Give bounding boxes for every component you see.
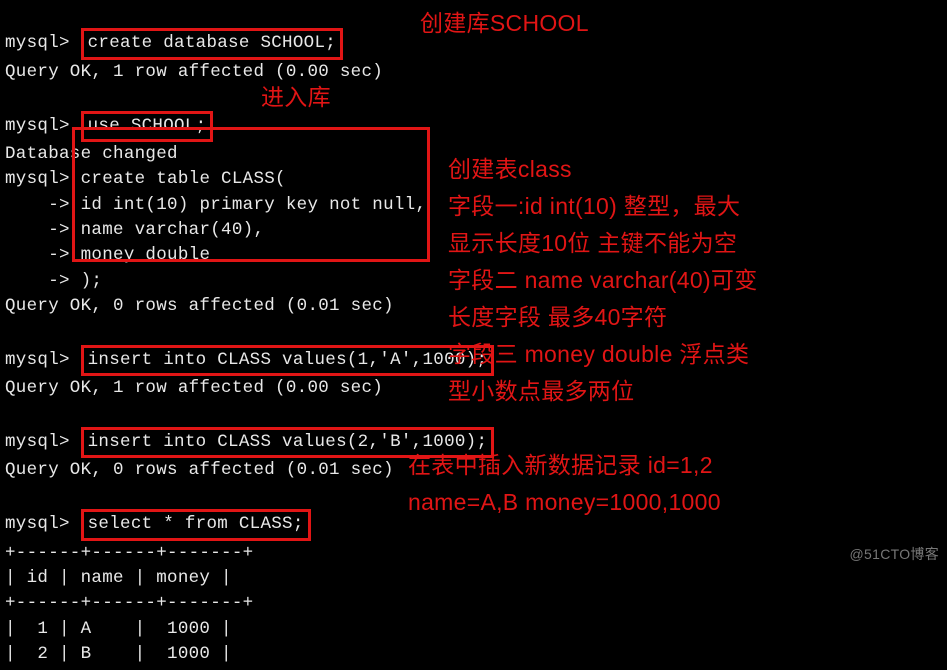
cmd-select: select * from CLASS;: [81, 509, 311, 540]
annotation-use-db: 进入库: [261, 80, 331, 116]
output-line: Query OK, 0 rows affected (0.01 sec): [5, 460, 394, 480]
watermark: @51CTO博客: [850, 544, 939, 564]
annotation-field3-b: 型小数点最多两位: [448, 374, 634, 410]
table-row: | 1 | A | 1000 |: [5, 619, 232, 639]
annotation-create-table: 创建表class: [448, 152, 572, 188]
annotation-create-db: 创建库SCHOOL: [420, 6, 589, 42]
annotation-field1-b: 显示长度10位 主键不能为空: [448, 226, 737, 262]
cont-prompt: ->: [5, 195, 70, 215]
cmd-field-money: money double: [81, 245, 211, 265]
output-line: Database changed: [5, 144, 178, 164]
prompt: mysql>: [5, 33, 70, 53]
output-line: Query OK, 0 rows affected (0.01 sec): [5, 296, 394, 316]
annotation-field2-b: 长度字段 最多40字符: [448, 300, 667, 336]
cmd-field-id: id int(10) primary key not null,: [81, 195, 427, 215]
prompt: mysql>: [5, 169, 70, 189]
cont-prompt: ->: [5, 271, 70, 291]
cmd-create-db: create database SCHOOL;: [81, 28, 343, 59]
cmd-use-db: use SCHOOL;: [81, 111, 214, 142]
output-line: Query OK, 1 row affected (0.00 sec): [5, 62, 383, 82]
cmd-end: );: [81, 271, 103, 291]
annotation-field2-a: 字段二 name varchar(40)可变: [448, 263, 758, 299]
prompt: mysql>: [5, 350, 70, 370]
cont-prompt: ->: [5, 220, 70, 240]
cmd-create-table: create table CLASS(: [81, 169, 286, 189]
annotation-insert-a: 在表中插入新数据记录 id=1,2: [408, 448, 713, 484]
table-header: | id | name | money |: [5, 568, 232, 588]
table-row: | 2 | B | 1000 |: [5, 644, 232, 664]
cmd-insert-1: insert into CLASS values(1,'A',1000);: [81, 345, 495, 376]
output-line: Query OK, 1 row affected (0.00 sec): [5, 378, 383, 398]
cont-prompt: ->: [5, 245, 70, 265]
annotation-field3-a: 字段三 money double 浮点类: [448, 337, 749, 373]
table-sep: +------+------+-------+: [5, 543, 253, 563]
table-sep: +------+------+-------+: [5, 593, 253, 613]
annotation-field1-a: 字段一:id int(10) 整型，最大: [448, 189, 740, 225]
prompt: mysql>: [5, 432, 70, 452]
prompt: mysql>: [5, 514, 70, 534]
prompt: mysql>: [5, 116, 70, 136]
annotation-insert-b: name=A,B money=1000,1000: [408, 485, 721, 521]
cmd-field-name: name varchar(40),: [81, 220, 265, 240]
